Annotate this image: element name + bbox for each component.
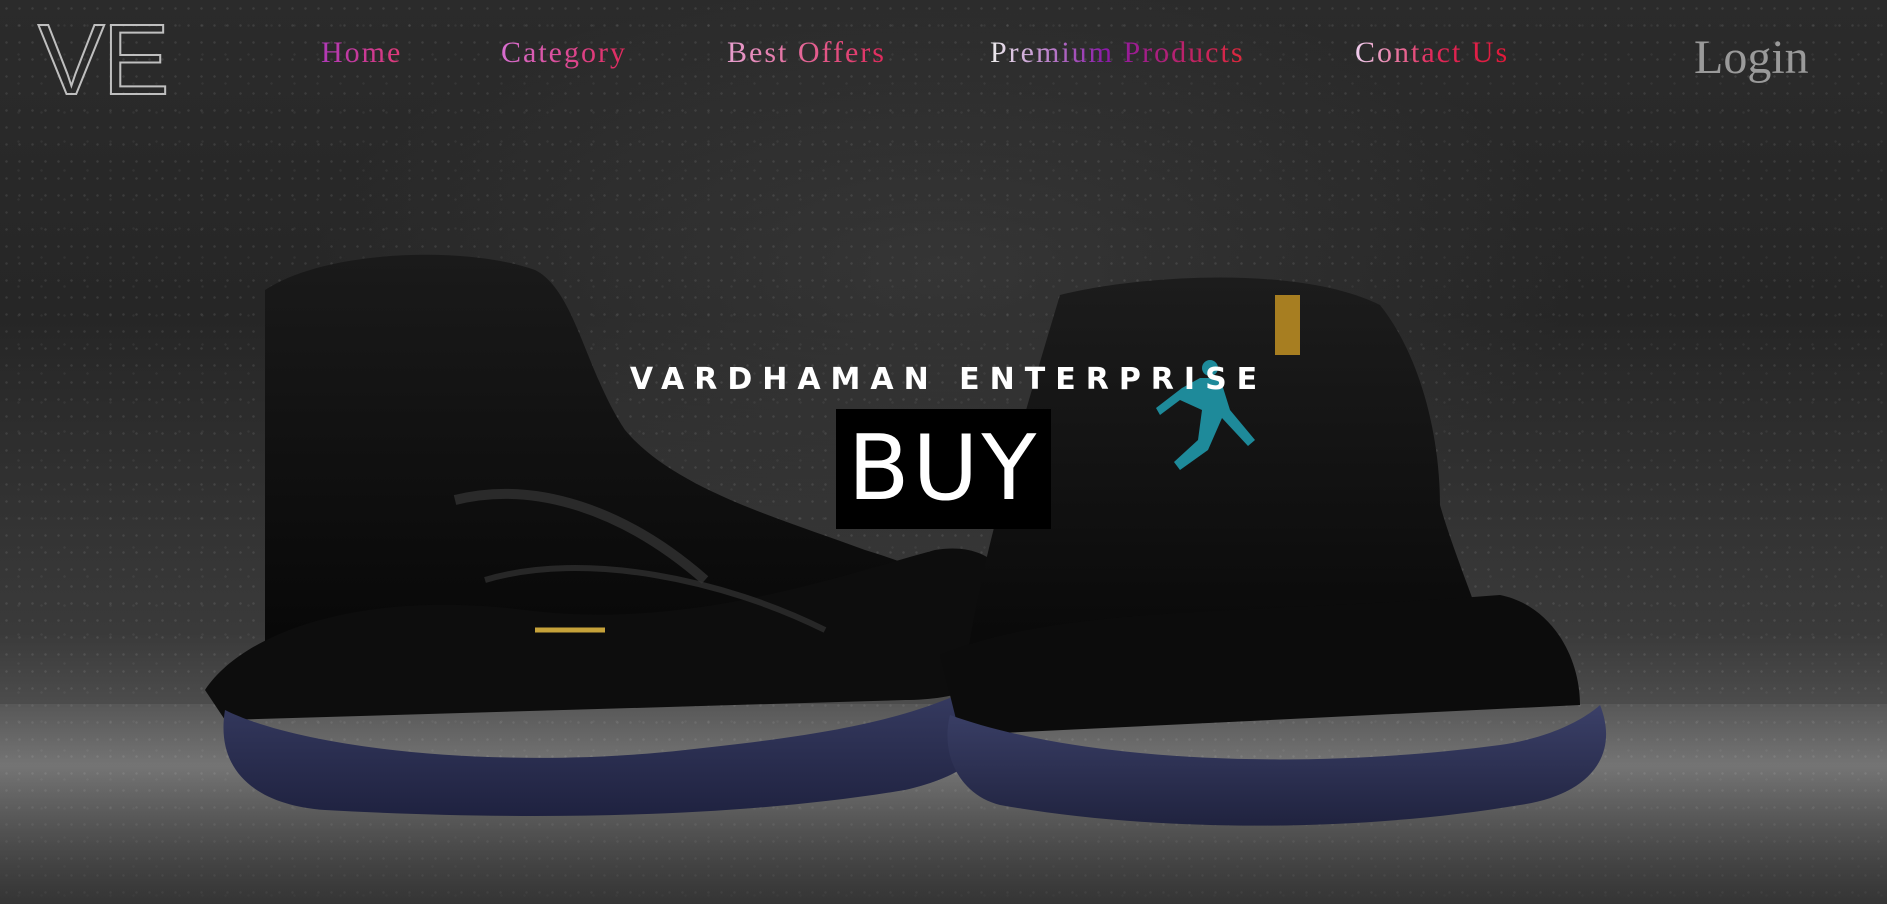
brand-name-heading: VARDHAMAN ENTERPRISE xyxy=(629,362,1268,397)
cta-wrapper: BUY xyxy=(0,409,1887,529)
hero-center: VARDHAMAN ENTERPRISE BUY xyxy=(0,362,1887,529)
nav-link-home[interactable]: Home xyxy=(321,36,402,70)
nav-link-category[interactable]: Category xyxy=(501,36,627,70)
login-link[interactable]: Login xyxy=(1694,30,1809,85)
hero-section: VE Home Category Best Offers Premium Pro… xyxy=(0,0,1887,904)
sneaker-right-image xyxy=(940,277,1607,826)
nav-link-contact-us[interactable]: Contact Us xyxy=(1355,36,1509,70)
navbar: VE Home Category Best Offers Premium Pro… xyxy=(0,0,1887,111)
nav-link-best-offers[interactable]: Best Offers xyxy=(727,36,886,70)
nav-links: Home Category Best Offers Premium Produc… xyxy=(0,36,1887,76)
buy-button[interactable]: BUY xyxy=(835,409,1052,529)
nav-link-premium-products[interactable]: Premium Products xyxy=(990,36,1245,70)
sneaker-left-image xyxy=(205,254,1020,816)
